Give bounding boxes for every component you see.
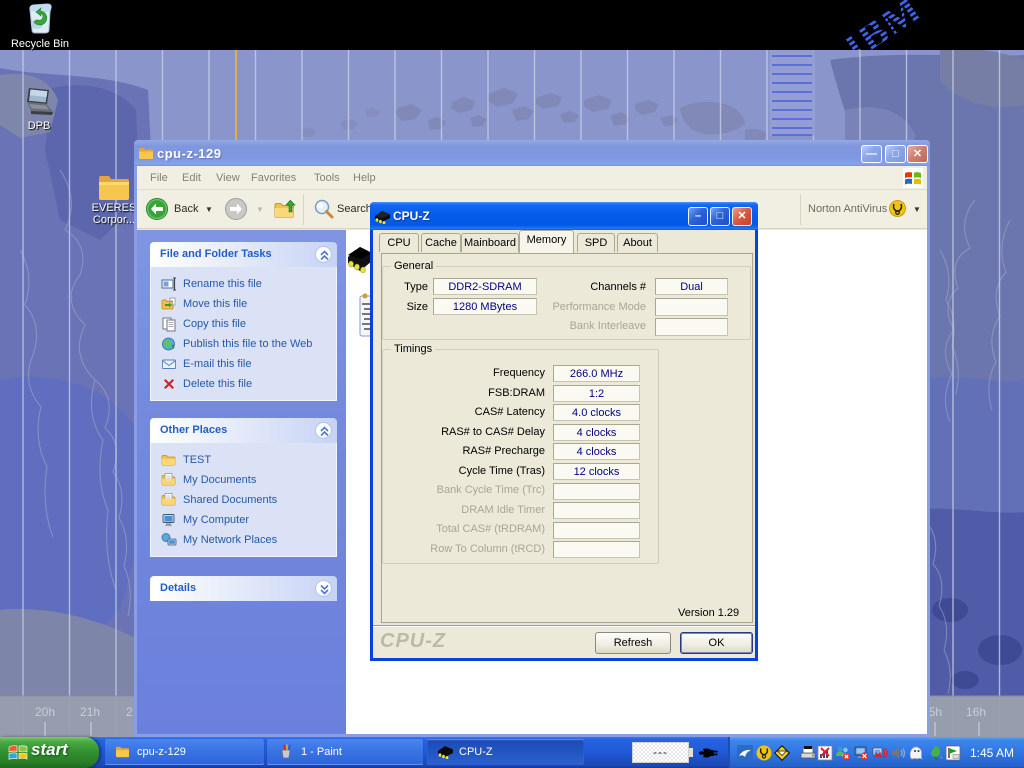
svg-text:2: 2 [126, 705, 133, 719]
svg-text:16h: 16h [966, 705, 986, 719]
svg-text:20h: 20h [35, 705, 55, 719]
svg-text:21h: 21h [80, 705, 100, 719]
